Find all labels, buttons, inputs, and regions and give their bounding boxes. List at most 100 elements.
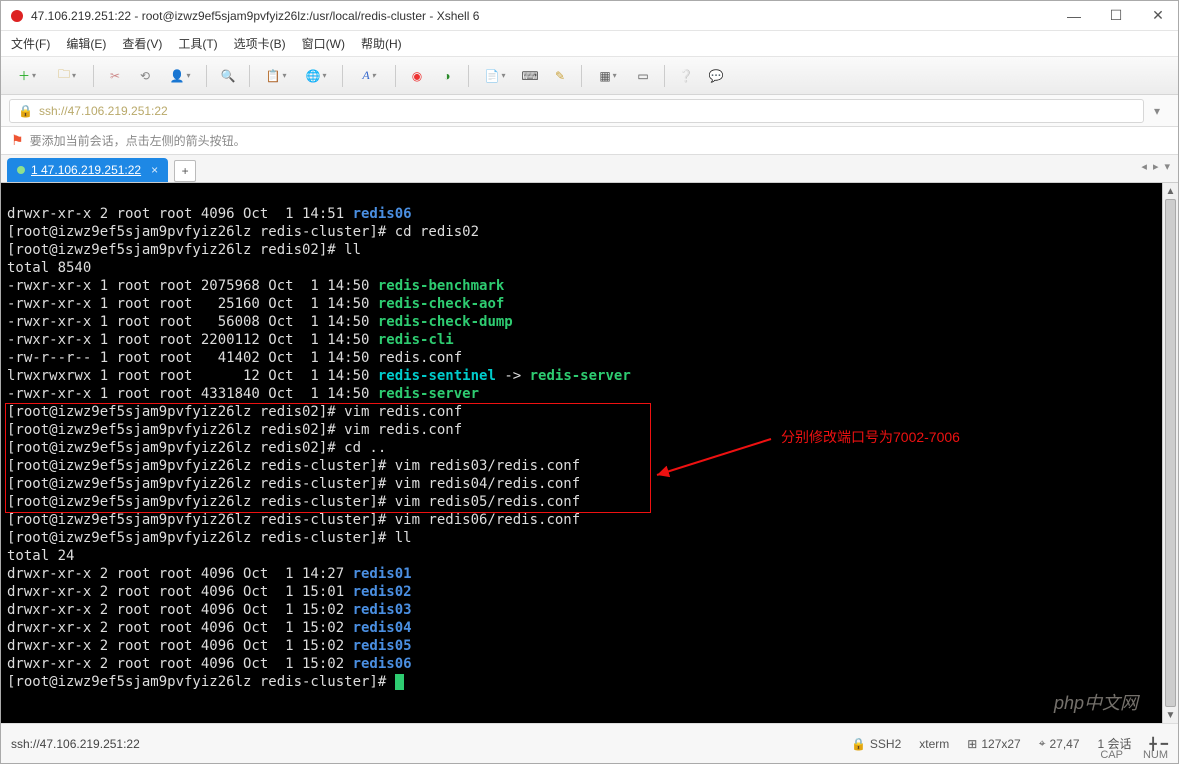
scroll-up-icon[interactable]: ▲ xyxy=(1163,183,1178,199)
link-name: redis-sentinel xyxy=(378,368,496,384)
terminal-line: [root@izwz9ef5sjam9pvfyiz26lz redis02]# … xyxy=(7,440,386,456)
scroll-down-icon[interactable]: ▼ xyxy=(1163,707,1178,723)
window-title: 47.106.219.251:22 - root@izwz9ef5sjam9pv… xyxy=(31,9,1062,23)
profile-button[interactable]: 👤 xyxy=(162,63,198,89)
help-button[interactable]: ❔ xyxy=(673,63,699,89)
toolbar: ＋ 🗀 ✂ ⟲ 👤 🔍 📋 🌐 A ◉ ◑ 📄 ⌨ ✎ ▦ ▭ ❔ 💬 xyxy=(1,57,1178,95)
script-button[interactable]: 📄 xyxy=(477,63,513,89)
menu-help[interactable]: 帮助(H) xyxy=(361,35,402,52)
terminal-line: [root@izwz9ef5sjam9pvfyiz26lz redis-clus… xyxy=(7,476,580,492)
feedback-button[interactable]: 💬 xyxy=(703,63,729,89)
terminal-line: drwxr-xr-x 2 root root 4096 Oct 1 15:01 xyxy=(7,584,353,600)
status-term: xterm xyxy=(919,737,949,751)
scrollbar[interactable]: ▲ ▼ xyxy=(1162,183,1178,723)
terminal-line: [root@izwz9ef5sjam9pvfyiz26lz redis-clus… xyxy=(7,458,580,474)
lock-icon: 🔒 xyxy=(851,737,866,751)
exe-name: redis-check-dump xyxy=(378,314,513,330)
menu-tabs[interactable]: 选项卡(B) xyxy=(234,35,286,52)
address-bar: 🔒 ssh://47.106.219.251:22 ▾ xyxy=(1,95,1178,127)
status-ssh: SSH2 xyxy=(870,737,901,751)
terminal-line: drwxr-xr-x 2 root root 4096 Oct 1 15:02 xyxy=(7,620,353,636)
lock-icon: 🔒 xyxy=(18,104,33,118)
terminal-line: -rwxr-xr-x 1 root root 2200112 Oct 1 14:… xyxy=(7,332,378,348)
search-button[interactable]: 🔍 xyxy=(215,63,241,89)
reconnect-button[interactable]: ✂ xyxy=(102,63,128,89)
new-session-button[interactable]: ＋ xyxy=(9,63,45,89)
terminal-line: lrwxrwxrwx 1 root root 12 Oct 1 14:50 xyxy=(7,368,378,384)
tab-add-button[interactable]: + xyxy=(174,160,196,182)
exe-name: redis-cli xyxy=(378,332,454,348)
maximize-button[interactable]: ☐ xyxy=(1104,7,1128,24)
xftp-button[interactable]: ◉ xyxy=(404,63,430,89)
status-size: 127x27 xyxy=(981,737,1020,751)
dir-name: redis06 xyxy=(353,656,412,672)
dir-name: redis04 xyxy=(353,620,412,636)
watermark: php中文网 xyxy=(1054,689,1138,715)
terminal-line: [root@izwz9ef5sjam9pvfyiz26lz redis-clus… xyxy=(7,512,580,528)
minimize-button[interactable]: — xyxy=(1062,8,1086,24)
terminal-line: -rwxr-xr-x 1 root root 2075968 Oct 1 14:… xyxy=(7,278,378,294)
tab-close-button[interactable]: × xyxy=(151,163,158,177)
separator-icon xyxy=(249,65,250,87)
menu-edit[interactable]: 编辑(E) xyxy=(66,35,106,52)
tab-prev-icon[interactable]: ◂ xyxy=(1141,160,1147,173)
flag-icon: ⚑ xyxy=(11,132,24,149)
address-field[interactable]: 🔒 ssh://47.106.219.251:22 xyxy=(9,99,1144,123)
tile-button[interactable]: ▭ xyxy=(630,63,656,89)
terminal-container: drwxr-xr-x 2 root root 4096 Oct 1 14:51 … xyxy=(1,183,1178,723)
highlight-button[interactable]: ✎ xyxy=(547,63,573,89)
terminal-line: drwxr-xr-x 2 root root 4096 Oct 1 14:51 xyxy=(7,206,353,222)
status-cap: CAP xyxy=(1100,749,1123,761)
hint-text: 要添加当前会话，点击左侧的箭头按钮。 xyxy=(30,132,246,149)
copy-button[interactable]: 📋 xyxy=(258,63,294,89)
tab-menu-icon[interactable]: ▾ xyxy=(1164,160,1170,173)
separator-icon xyxy=(342,65,343,87)
layout-button[interactable]: ▦ xyxy=(590,63,626,89)
app-icon xyxy=(9,8,25,24)
address-dropdown-icon[interactable]: ▾ xyxy=(1144,98,1170,124)
separator-icon xyxy=(581,65,582,87)
terminal-line: total 8540 xyxy=(7,260,91,276)
exe-name: redis-server xyxy=(530,368,631,384)
dir-name: redis03 xyxy=(353,602,412,618)
terminal-line: drwxr-xr-x 2 root root 4096 Oct 1 15:02 xyxy=(7,602,353,618)
disconnect-button[interactable]: ⟲ xyxy=(132,63,158,89)
xagent-button[interactable]: ◑ xyxy=(434,63,460,89)
separator-icon xyxy=(93,65,94,87)
terminal-line: [root@izwz9ef5sjam9pvfyiz26lz redis-clus… xyxy=(7,494,580,510)
menu-file[interactable]: 文件(F) xyxy=(11,35,50,52)
close-button[interactable]: ✕ xyxy=(1146,7,1170,24)
scroll-track[interactable] xyxy=(1163,199,1178,707)
status-dot-icon xyxy=(17,166,25,174)
tab-strip: 1 47.106.219.251:22 × + ◂ ▸ ▾ xyxy=(1,155,1178,183)
terminal-line: drwxr-xr-x 2 root root 4096 Oct 1 15:02 xyxy=(7,638,353,654)
keyboard-button[interactable]: ⌨ xyxy=(517,63,543,89)
terminal[interactable]: drwxr-xr-x 2 root root 4096 Oct 1 14:51 … xyxy=(1,183,1178,723)
dir-name: redis02 xyxy=(353,584,412,600)
grid-icon: ⊞ xyxy=(967,737,977,751)
menu-window[interactable]: 窗口(W) xyxy=(302,35,345,52)
cursor-icon xyxy=(395,674,404,690)
exe-name: redis-server xyxy=(378,386,479,402)
tab-next-icon[interactable]: ▸ xyxy=(1153,160,1159,173)
terminal-text: -> xyxy=(496,368,530,384)
hint-bar: ⚑ 要添加当前会话，点击左侧的箭头按钮。 xyxy=(1,127,1178,155)
globe-button[interactable]: 🌐 xyxy=(298,63,334,89)
open-button[interactable]: 🗀 xyxy=(49,63,85,89)
terminal-line: [root@izwz9ef5sjam9pvfyiz26lz redis-clus… xyxy=(7,224,479,240)
scroll-thumb[interactable] xyxy=(1165,199,1176,707)
menu-tools[interactable]: 工具(T) xyxy=(178,35,217,52)
address-text: ssh://47.106.219.251:22 xyxy=(39,104,168,118)
status-pos: 27,47 xyxy=(1049,737,1079,751)
status-num: NUM xyxy=(1143,749,1168,761)
separator-icon xyxy=(468,65,469,87)
menu-view[interactable]: 查看(V) xyxy=(122,35,162,52)
status-bar: ssh://47.106.219.251:22 🔒 SSH2 xterm ⊞ 12… xyxy=(1,723,1178,763)
status-left: ssh://47.106.219.251:22 xyxy=(11,737,851,751)
position-icon: ⌖ xyxy=(1039,736,1046,751)
session-tab[interactable]: 1 47.106.219.251:22 × xyxy=(7,158,168,182)
font-button[interactable]: A xyxy=(351,63,387,89)
terminal-line: [root@izwz9ef5sjam9pvfyiz26lz redis02]# … xyxy=(7,242,361,258)
exe-name: redis-check-aof xyxy=(378,296,504,312)
exe-name: redis-benchmark xyxy=(378,278,504,294)
